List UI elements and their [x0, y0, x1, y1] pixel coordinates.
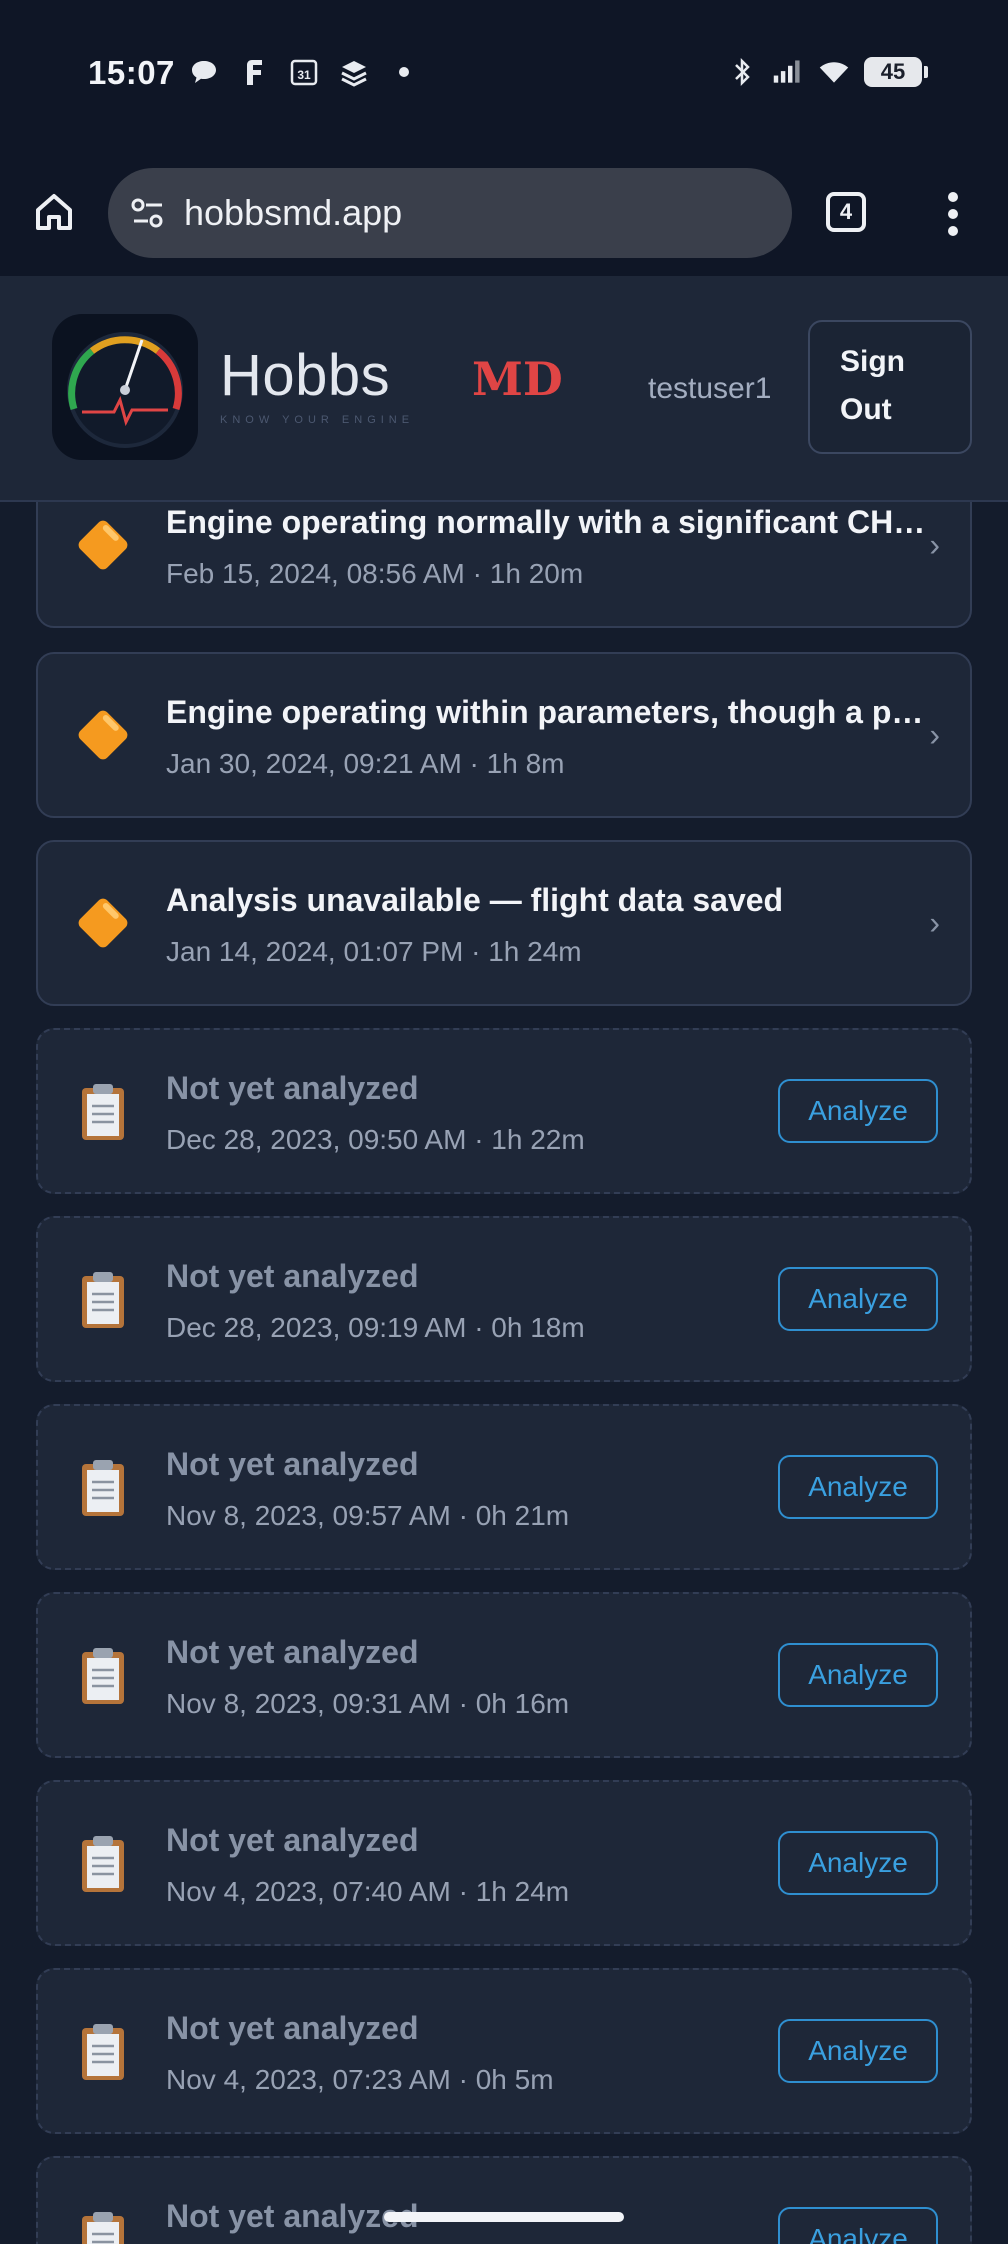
url-text[interactable]: hobbsmd.app — [184, 192, 402, 234]
brand-tagline: KNOW YOUR ENGINE — [220, 414, 415, 426]
clipboard-icon — [70, 2206, 136, 2244]
flight-status: Not yet analyzed — [166, 2010, 419, 2046]
gauge-logo-icon — [52, 314, 198, 460]
flight-card-pending: Not yet analyzed Dec 28, 2023, 09:50 AM … — [36, 1028, 972, 1194]
clipboard-icon — [70, 2018, 136, 2084]
chat-bubble-icon — [188, 56, 220, 88]
analyze-button[interactable]: Analyze — [778, 1643, 938, 1707]
flight-card-pending: Not yet analyzed Nov 8, 2023, 09:31 AM ·… — [36, 1592, 972, 1758]
flight-status: Not yet analyzed — [166, 1070, 419, 1106]
flight-meta: Nov 4, 2023, 07:40 AM · 1h 24m — [166, 1876, 570, 1907]
orange-diamond-icon — [70, 890, 136, 956]
flight-status: Not yet analyzed — [166, 1634, 419, 1670]
flight-card[interactable]: Engine operating within parameters, thou… — [36, 652, 972, 818]
status-time: 15:07 — [88, 54, 175, 91]
clipboard-icon — [70, 1642, 136, 1708]
home-icon[interactable] — [30, 188, 78, 236]
clipboard-icon — [70, 1266, 136, 1332]
overflow-menu-icon[interactable] — [940, 192, 966, 236]
system-icons: 45 — [726, 56, 928, 88]
analyze-button[interactable]: Analyze — [778, 1079, 938, 1143]
brand-suffix: MD — [472, 352, 563, 406]
orange-diamond-icon — [70, 512, 136, 578]
notification-icons: 31 — [188, 56, 420, 88]
flight-meta: Feb 15, 2024, 08:56 AM · 1h 20m — [166, 558, 584, 589]
orange-diamond-icon — [70, 702, 136, 768]
flight-meta: Dec 28, 2023, 09:19 AM · 0h 18m — [166, 1312, 585, 1343]
site-settings-icon[interactable] — [128, 193, 168, 233]
chevron-right-icon: › — [929, 526, 940, 563]
tab-switcher-button[interactable]: 4 — [826, 192, 866, 232]
chevron-right-icon: › — [929, 904, 940, 941]
browser-toolbar: hobbsmd.app 4 — [0, 150, 1008, 276]
flight-meta: Nov 8, 2023, 09:31 AM · 0h 16m — [166, 1688, 570, 1719]
flight-summary: Engine operating within parameters, thou… — [166, 694, 924, 730]
flight-card-pending: Not yet analyzed Nov 4, 2023, 07:23 AM ·… — [36, 1968, 972, 2134]
flight-status: Not yet analyzed — [166, 1446, 419, 1482]
f-app-icon — [238, 56, 270, 88]
flight-status: Not yet analyzed — [166, 1258, 419, 1294]
flight-meta: Nov 4, 2023, 07:23 AM · 0h 5m — [166, 2064, 554, 2095]
flight-summary: Engine operating normally with a signifi… — [166, 504, 926, 540]
address-bar[interactable]: hobbsmd.app — [108, 168, 792, 258]
flight-card-pending: Not yet analyzed Analyze — [36, 2156, 972, 2244]
flight-card-pending: Not yet analyzed Dec 28, 2023, 09:19 AM … — [36, 1216, 972, 1382]
clipboard-icon — [70, 1078, 136, 1144]
chevron-right-icon: › — [929, 716, 940, 753]
status-bar: 15:07 31 45 — [0, 0, 1008, 150]
flight-meta: Nov 8, 2023, 09:57 AM · 0h 21m — [166, 1500, 570, 1531]
analyze-button[interactable]: Analyze — [778, 2207, 938, 2244]
calendar-icon: 31 — [288, 56, 320, 88]
analyze-button[interactable]: Analyze — [778, 1267, 938, 1331]
dot-icon — [388, 56, 420, 88]
signal-icon — [772, 56, 804, 88]
gesture-navigation-bar[interactable] — [384, 2212, 624, 2222]
app-header: Hobbs KNOW YOUR ENGINE MD testuser1 Sign… — [0, 276, 1008, 502]
flight-status: Not yet analyzed — [166, 2198, 419, 2234]
flight-card-pending: Not yet analyzed Nov 8, 2023, 09:57 AM ·… — [36, 1404, 972, 1570]
flight-card-pending: Not yet analyzed Nov 4, 2023, 07:40 AM ·… — [36, 1780, 972, 1946]
flight-meta: Jan 14, 2024, 01:07 PM · 1h 24m — [166, 936, 582, 967]
analyze-button[interactable]: Analyze — [778, 1831, 938, 1895]
wifi-icon — [818, 56, 850, 88]
flight-summary: Analysis unavailable — flight data saved — [166, 882, 784, 918]
analyze-button[interactable]: Analyze — [778, 1455, 938, 1519]
clipboard-icon — [70, 1454, 136, 1520]
flight-meta: Jan 30, 2024, 09:21 AM · 1h 8m — [166, 748, 565, 779]
sign-out-button[interactable]: Sign Out — [808, 320, 972, 454]
layers-icon — [338, 56, 370, 88]
flight-card[interactable]: Analysis unavailable — flight data saved… — [36, 840, 972, 1006]
clipboard-icon — [70, 1830, 136, 1896]
svg-text:31: 31 — [297, 68, 311, 82]
flight-meta: Dec 28, 2023, 09:50 AM · 1h 22m — [166, 1124, 585, 1155]
flight-status: Not yet analyzed — [166, 1822, 419, 1858]
analyze-button[interactable]: Analyze — [778, 2019, 938, 2083]
bluetooth-icon — [726, 56, 758, 88]
brand-name: Hobbs — [220, 343, 391, 408]
username-label: testuser1 — [648, 372, 772, 405]
battery-indicator: 45 — [864, 57, 928, 87]
